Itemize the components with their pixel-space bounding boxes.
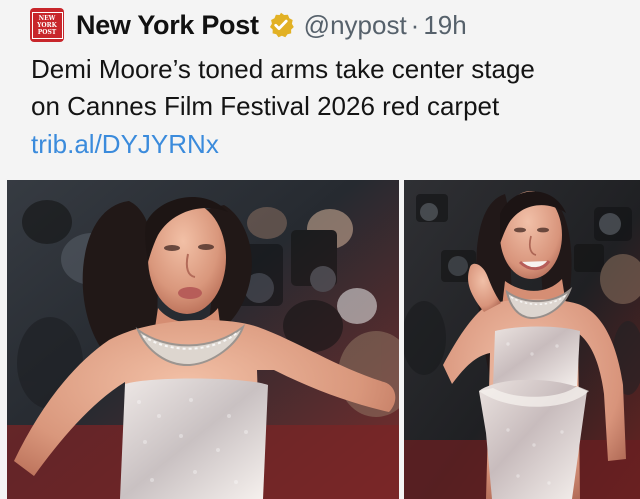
tweet-header: NEW YORK POST New York Post @nypost · 19… (30, 8, 467, 42)
post-text-line-2: on Cannes Film Festival 2026 red carpet (31, 91, 500, 121)
red-carpet-photo-1 (7, 180, 399, 499)
logo-word-york: YORK (37, 21, 57, 29)
red-carpet-photo-2[interactable] (404, 180, 640, 499)
display-name[interactable]: New York Post (76, 10, 259, 41)
verified-badge-icon (269, 12, 294, 38)
post-time[interactable]: 19h (423, 10, 466, 41)
post-text-line-1: Demi Moore’s toned arms take center stag… (31, 54, 535, 84)
tweet-post[interactable]: NEW YORK POST New York Post @nypost · 19… (0, 0, 640, 499)
logo-word-post: POST (37, 28, 57, 36)
media-grid[interactable] (7, 180, 640, 499)
verified-badge-icon (267, 11, 295, 39)
article-link[interactable]: trib.al/DYJYRNx (31, 126, 219, 163)
avatar[interactable]: NEW YORK POST (30, 8, 64, 42)
metadata-separator: · (410, 9, 420, 40)
post-text: Demi Moore’s toned arms take center stag… (31, 51, 621, 125)
new-york-post-logo: NEW YORK POST (31, 11, 63, 39)
red-carpet-photo-2 (404, 180, 640, 499)
red-carpet-photo-1[interactable] (7, 180, 399, 499)
account-handle[interactable]: @nypost (304, 10, 407, 41)
logo-word-new: NEW (38, 14, 56, 22)
